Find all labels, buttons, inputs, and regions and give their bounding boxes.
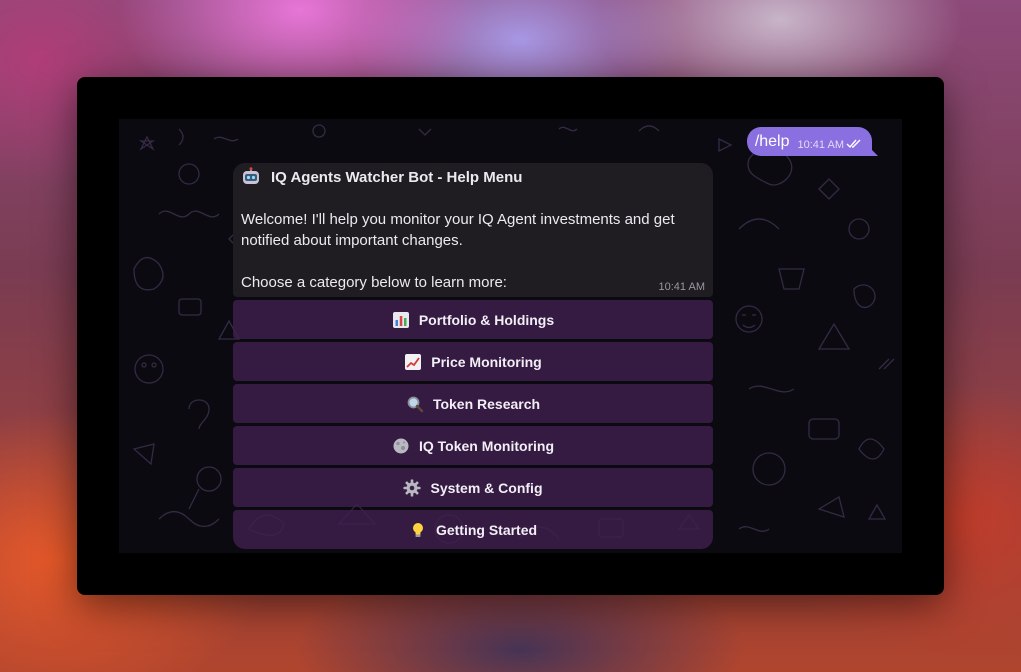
bar-chart-icon [392,311,410,329]
telegram-window: /help 10:41 AM IQ Agents Watcher Bot - H… [77,77,944,595]
bot-message-title: IQ Agents Watcher Bot - Help Menu [241,167,522,187]
getting-started-button[interactable]: Getting Started [233,510,713,549]
portfolio-holdings-button[interactable]: Portfolio & Holdings [233,300,713,339]
lightbulb-icon [409,521,427,539]
price-monitoring-label: Price Monitoring [431,353,542,370]
inline-keyboard: Portfolio & Holdings Price Monitoring To… [233,300,713,552]
bot-message-time: 10:41 AM [658,281,705,293]
moon-icon [392,437,410,455]
bot-help-message[interactable]: IQ Agents Watcher Bot - Help Menu Welcom… [233,163,713,297]
outgoing-message-time: 10:41 AM [797,138,844,151]
getting-started-label: Getting Started [435,521,538,538]
outgoing-message-text: /help [754,132,790,150]
double-check-icon [846,139,862,149]
bot-welcome-text: Welcome! I'll help you monitor your IQ A… [241,211,675,249]
chat-area[interactable]: /help 10:41 AM IQ Agents Watcher Bot - H… [119,119,902,553]
token-research-label: Token Research [432,395,541,412]
robot-icon [241,167,261,187]
iq-token-monitoring-button[interactable]: IQ Token Monitoring [233,426,713,465]
bot-prompt-text: Choose a category below to learn more: [241,274,507,291]
magnifier-icon [406,395,424,413]
outgoing-message-bubble[interactable]: /help 10:41 AM [746,127,878,156]
token-research-button[interactable]: Token Research [233,384,713,423]
iq-token-monitoring-label: IQ Token Monitoring [418,437,555,454]
bot-message-body: Welcome! I'll help you monitor your IQ A… [241,209,707,293]
system-config-label: System & Config [430,479,543,496]
portfolio-holdings-label: Portfolio & Holdings [418,311,555,328]
gear-icon [403,479,421,497]
system-config-button[interactable]: System & Config [233,468,713,507]
bot-title-text: IQ Agents Watcher Bot - Help Menu [271,168,523,186]
price-monitoring-button[interactable]: Price Monitoring [233,342,713,381]
trend-chart-icon [404,353,422,371]
